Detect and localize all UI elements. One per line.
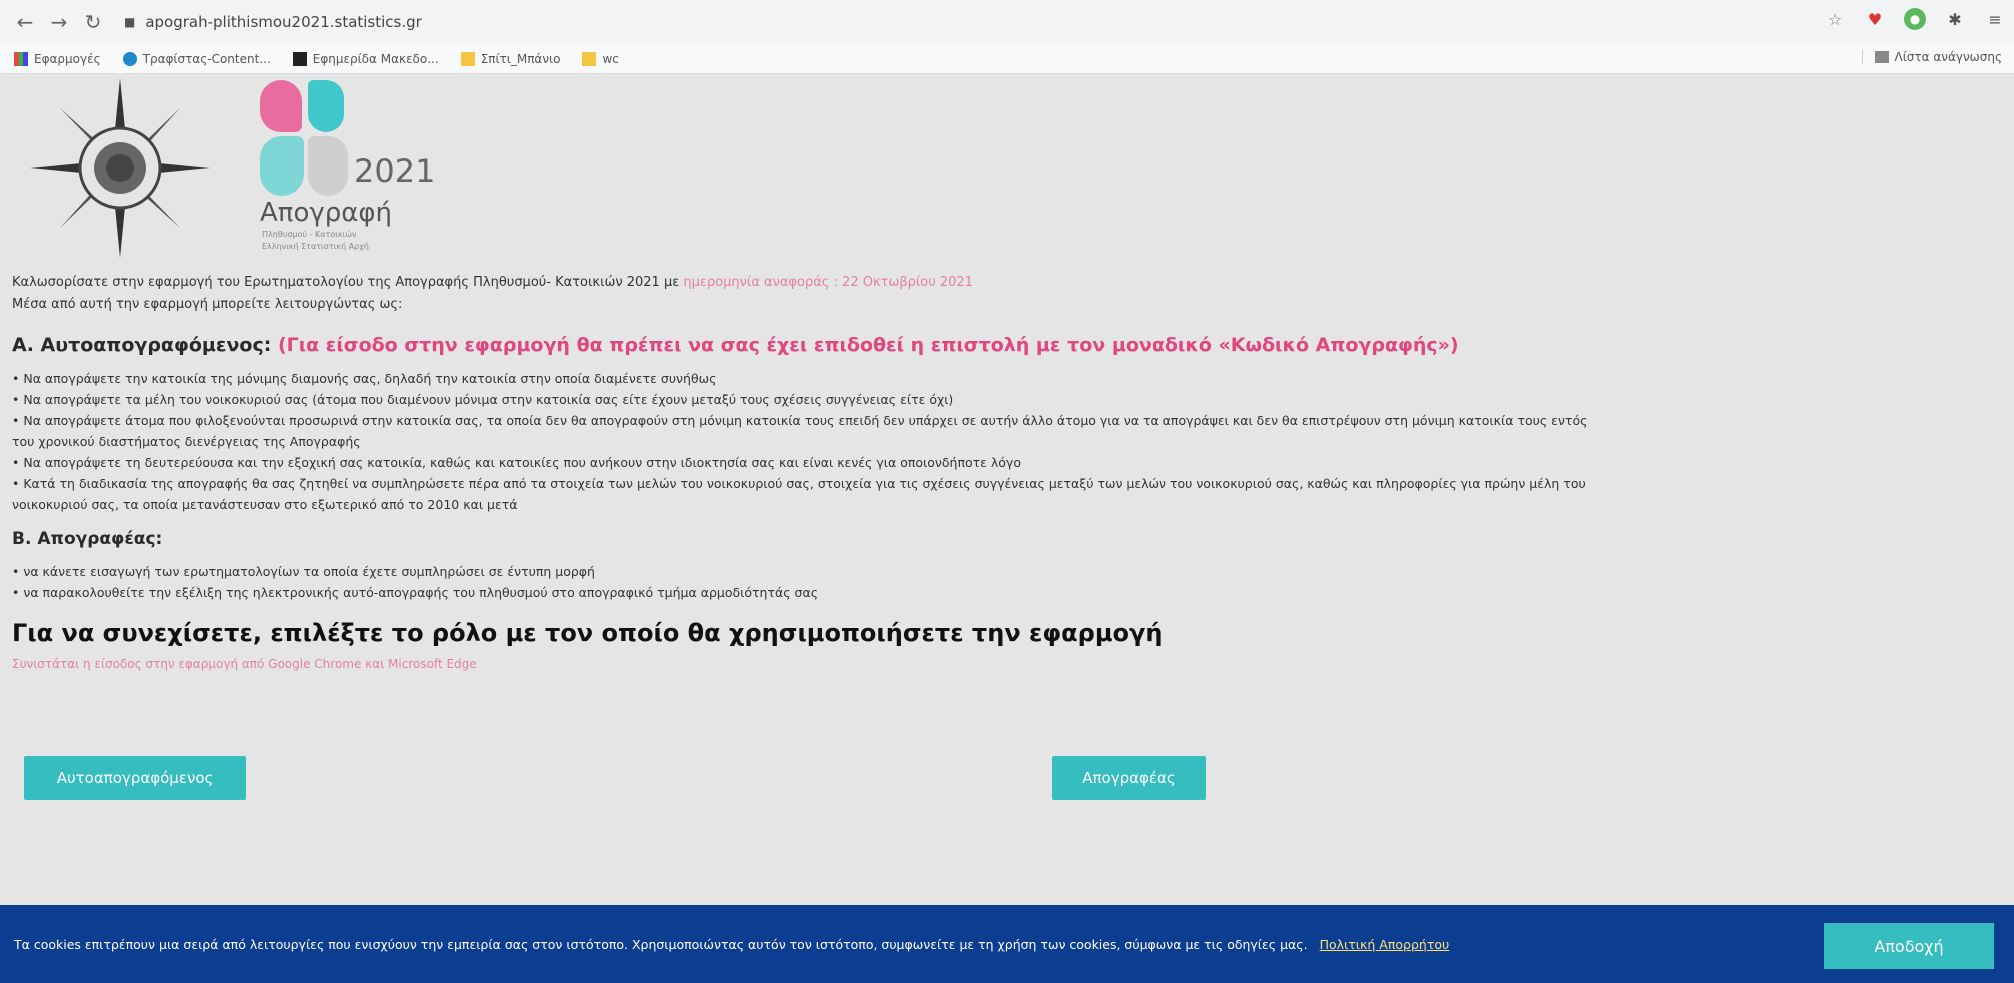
url-text: apograh-plithismou2021.statistics.gr xyxy=(145,13,422,31)
self-enumerated-button[interactable]: Αυτοαπογραφόμενος xyxy=(24,756,246,800)
census-2021-logo: 2021 Απογραφή Πληθυσμού - Κατοικιών Ελλη… xyxy=(260,80,450,256)
bookmarks-bar: Εφαρμογές Τραφίστας-Content... Εφημερίδα… xyxy=(0,44,2014,74)
bookmark-newspaper[interactable]: Εφημερίδα Μακεδο... xyxy=(292,51,439,66)
list-item: • Να απογράψετε την κατοικία της μόνιμης… xyxy=(12,371,717,386)
browser-hint: Συνιστάται η είσοδος στην εφαρμογή από G… xyxy=(12,657,477,671)
section-a-heading: Α. Αυτοαπογραφόμενος: (Για είσοδο στην ε… xyxy=(12,334,2002,356)
forward-icon[interactable]: → xyxy=(46,9,72,35)
section-a-title: Α. Αυτοαπογραφόμενος: xyxy=(12,334,272,356)
cookie-banner: Τα cookies επιτρέπουν μια σειρά από λειτ… xyxy=(0,905,2014,983)
shield-extension-icon[interactable]: ♥ xyxy=(1864,8,1886,30)
logo-year: 2021 xyxy=(354,152,436,190)
intro-text: Καλωσορίσατε στην εφαρμογή του Ερωτηματο… xyxy=(12,272,2002,316)
logo-title: Απογραφή xyxy=(260,198,393,228)
bookmark-folder-home[interactable]: Σπίτι_Μπάνιο xyxy=(460,51,560,66)
extensions-area: ☆ ♥ ● ✱ ≡ xyxy=(1824,8,2006,30)
list-item: • Να απογράψετε άτομα που φιλοξενούνται … xyxy=(12,413,1588,428)
cookie-text-wrap: Τα cookies επιτρέπουν μια σειρά από λειτ… xyxy=(14,937,1449,952)
lock-icon: ■ xyxy=(124,15,136,29)
teal-blob-small xyxy=(308,80,344,132)
back-icon[interactable]: ← xyxy=(12,9,38,35)
reload-icon[interactable]: ↻ xyxy=(80,9,106,35)
newspaper-icon xyxy=(292,51,307,66)
star-icon[interactable]: ☆ xyxy=(1824,8,1846,30)
puzzle-icon[interactable]: ✱ xyxy=(1944,8,1966,30)
browser-toolbar: ← → ↻ ■ apograh-plithismou2021.statistic… xyxy=(0,0,2014,44)
folder-icon xyxy=(582,51,597,66)
enumerator-button[interactable]: Απογραφέας xyxy=(1052,756,1206,800)
list-item: • Να απογράψετε τα μέλη του νοικοκυριού … xyxy=(12,392,954,407)
globe-icon xyxy=(122,51,137,66)
main-content: Καλωσορίσατε στην εφαρμογή του Ερωτηματο… xyxy=(12,272,2002,671)
menu-icon[interactable]: ≡ xyxy=(1984,8,2006,30)
pink-blob xyxy=(260,80,302,132)
section-b-title: Β. Απογραφέας: xyxy=(12,529,163,549)
privacy-policy-link[interactable]: Πολιτική Απορρήτου xyxy=(1320,937,1450,952)
folder-icon xyxy=(460,51,475,66)
section-a-list: • Να απογράψετε την κατοικία της μόνιμης… xyxy=(12,368,2002,515)
intro-line1: Καλωσορίσατε στην εφαρμογή του Ερωτηματο… xyxy=(12,275,680,290)
logo-sub2: Ελληνική Στατιστική Αρχή xyxy=(262,242,369,251)
reading-list-icon xyxy=(1874,51,1889,63)
logo-sub1: Πληθυσμού - Κατοικιών xyxy=(262,230,357,239)
reference-date: ημερομηνία αναφοράς : 22 Οκτωβρίου 2021 xyxy=(683,275,973,290)
logo-area: 2021 Απογραφή Πληθυσμού - Κατοικιών Ελλη… xyxy=(30,78,450,258)
cookie-text: Τα cookies επιτρέπουν μια σειρά από λειτ… xyxy=(14,936,1308,952)
section-a-note: (Για είσοδο στην εφαρμογή θα πρέπει να σ… xyxy=(277,334,1459,356)
list-item: • Κατά τη διαδικασία της απογραφής θα σα… xyxy=(12,476,1586,491)
bookmark-apps[interactable]: Εφαρμογές xyxy=(14,51,101,66)
intro-line2: Μέσα από αυτή την εφαρμογή μπορείτε λειτ… xyxy=(12,297,403,312)
apps-grid-icon xyxy=(14,51,28,66)
address-bar[interactable]: ■ apograh-plithismou2021.statistics.gr xyxy=(124,6,1944,38)
bookmark-content[interactable]: Τραφίστας-Content... xyxy=(122,51,271,66)
list-item: • να κάνετε εισαγωγή των ερωτηματολογίων… xyxy=(12,564,595,579)
reading-list[interactable]: Λίστα ανάγνωσης xyxy=(1861,50,2002,64)
elstat-star-logo xyxy=(30,78,210,258)
green-extension-icon[interactable]: ● xyxy=(1904,8,1926,30)
list-item: • Να απογράψετε τη δευτερεύουσα και την … xyxy=(12,455,1021,470)
list-item: του χρονικού διαστήματος διενέργειας της… xyxy=(12,434,361,449)
grey-blob xyxy=(308,136,348,196)
accept-cookies-button[interactable]: Αποδοχή xyxy=(1824,923,1994,969)
list-item: • να παρακολουθείτε την εξέλιξη της ηλεκ… xyxy=(12,585,819,600)
bookmark-folder-wc[interactable]: wc xyxy=(582,51,619,66)
teal-blob-large xyxy=(260,136,304,196)
list-item: νοικοκυριού σας, τα οποία μετανάστευσαν … xyxy=(12,497,518,512)
choose-role-heading: Για να συνεχίσετε, επιλέξτε το ρόλο με τ… xyxy=(12,619,1163,647)
section-b-list: • να κάνετε εισαγωγή των ερωτηματολογίων… xyxy=(12,561,2002,603)
